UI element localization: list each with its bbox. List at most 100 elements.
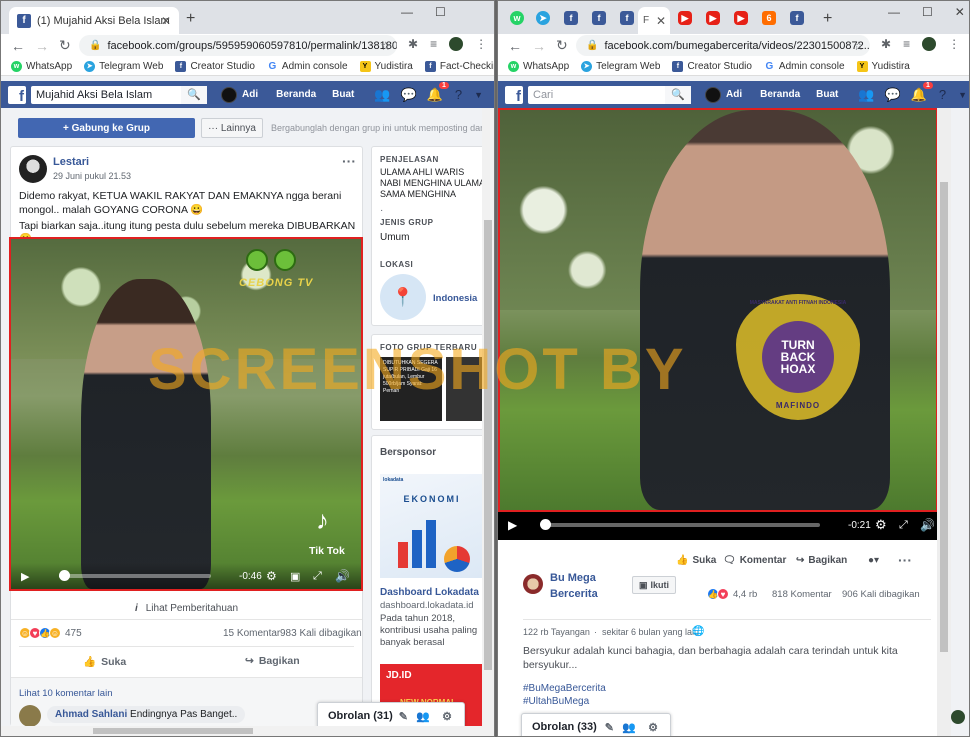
close-tab-icon[interactable]: ✕ <box>161 14 171 28</box>
video-progress[interactable] <box>544 523 820 527</box>
ad-image[interactable]: lokadata EKONOMI <box>380 474 484 578</box>
bookmark-creator-studio[interactable]: f Creator Studio <box>175 60 255 72</box>
volume-icon[interactable]: 🔊 <box>920 518 935 532</box>
facebook-tab-icon[interactable]: f <box>592 11 606 25</box>
notifications-icon[interactable]: 🔔 1 <box>427 81 449 103</box>
home-link[interactable]: Beranda <box>760 89 800 100</box>
friends-icon[interactable]: 👥 <box>858 87 874 103</box>
reaction-summary[interactable]: ☺ ♥ 👍 ☺ 475 <box>19 627 82 639</box>
reload-icon[interactable]: ↻ <box>59 37 73 54</box>
close-tab-icon[interactable]: ✕ <box>656 14 666 28</box>
bookmark-whatsapp[interactable]: w WhatsApp <box>11 60 72 72</box>
chat-settings-icon[interactable]: ⚙ <box>442 710 452 723</box>
url-bar[interactable]: 🔒 facebook.com/groups/595959060597810/pe… <box>79 35 397 56</box>
youtube-tab-icon[interactable]: ▶ <box>706 11 720 25</box>
extensions-icon[interactable]: ✱ <box>881 37 891 51</box>
bookmark-telegram[interactable]: ➤ Telegram Web <box>581 60 660 72</box>
reload-icon[interactable]: ↻ <box>556 37 570 54</box>
create-link[interactable]: Buat <box>332 89 354 100</box>
facebook-tab-icon[interactable]: f <box>564 11 578 25</box>
url-bar[interactable]: 🔒 facebook.com/bumegabercerita/videos/22… <box>576 35 870 56</box>
join-group-button[interactable]: + Gabung ke Grup <box>18 118 195 138</box>
share-count[interactable]: 983 Kali dibagikan <box>280 628 362 639</box>
post-time[interactable]: sekitar 6 bulan yang lalu <box>602 627 699 637</box>
page-name[interactable]: Bu Mega Bercerita <box>550 570 620 602</box>
minimize-icon[interactable]: — <box>401 5 413 19</box>
bookmark-star-icon[interactable]: ☆ <box>853 39 864 53</box>
messenger-icon[interactable]: 💬 <box>885 87 901 103</box>
ad-title[interactable]: Dashboard Lokadata <box>380 587 479 598</box>
notifications-icon[interactable]: 🔔 1 <box>911 81 933 103</box>
help-icon[interactable]: ? <box>455 87 462 102</box>
profile-avatar[interactable] <box>449 37 464 51</box>
comment-count[interactable]: 818 Komentar <box>772 589 832 600</box>
facebook-search-input[interactable]: Mujahid Aksi Bela Islam 🔍 <box>31 85 207 104</box>
profile-link[interactable]: Adi <box>705 86 742 103</box>
new-message-icon[interactable]: ✎ <box>605 721 614 734</box>
page-avatar[interactable] <box>523 574 543 594</box>
play-icon[interactable]: ▶ <box>508 518 517 532</box>
close-window-icon[interactable]: ✕ <box>955 5 965 19</box>
extensions-icon[interactable]: ✱ <box>408 37 418 51</box>
hashtag-link[interactable]: #UltahBuMega <box>523 696 589 707</box>
facebook-tab-icon[interactable]: f <box>790 11 804 25</box>
share-button[interactable]: ↪ Bagikan <box>796 555 847 566</box>
bookmark-admin-console[interactable]: G Admin console <box>763 60 845 72</box>
audience-selector-icon[interactable]: ●▾ <box>868 555 879 566</box>
location-link[interactable]: Indonesia <box>433 293 477 304</box>
like-button[interactable]: 👍 Suka <box>676 555 716 566</box>
friends-icon[interactable]: 👥 <box>374 87 390 103</box>
search-icon[interactable]: 🔍 <box>665 85 691 104</box>
bookmark-fact-checking[interactable]: fFact-Checking <box>424 60 494 72</box>
bookmark-yudistira[interactable]: Y Yudistira <box>856 60 910 72</box>
video-progress[interactable] <box>59 574 211 578</box>
reaction-summary[interactable]: 👍 ♥ 4,4 rb <box>707 588 757 600</box>
contact-avatar[interactable] <box>951 710 965 724</box>
browser-tab[interactable]: f (1) Mujahid Aksi Bela Islam ✕ <box>9 7 179 34</box>
fullscreen-icon[interactable]: ⤢ <box>899 519 908 532</box>
home-link[interactable]: Beranda <box>276 89 316 100</box>
help-icon[interactable]: ? <box>939 87 946 102</box>
facebook-search-input[interactable]: Cari 🔍 <box>528 85 691 104</box>
like-button[interactable]: 👍 Suka <box>83 655 126 669</box>
volume-icon[interactable]: 🔊 <box>335 569 350 583</box>
new-tab-icon[interactable]: + <box>186 10 195 28</box>
pip-icon[interactable]: ▣ <box>290 570 300 583</box>
horizontal-scrollbar[interactable] <box>1 726 494 736</box>
maximize-icon[interactable]: ☐ <box>435 5 446 19</box>
page-scrollbar[interactable] <box>482 108 494 736</box>
comment-button[interactable]: 🗨 Komentar <box>723 555 786 566</box>
comment-count[interactable]: 15 Komentar <box>223 628 280 639</box>
browser-tab-active[interactable]: F ✕ <box>638 7 670 34</box>
account-menu-icon[interactable]: ▼ <box>958 90 967 100</box>
menu-icon[interactable]: ⋮ <box>475 37 487 51</box>
post-options-icon[interactable]: ··· <box>342 153 356 169</box>
progress-knob[interactable] <box>540 519 551 530</box>
share-count[interactable]: 906 Kali dibagikan <box>842 589 920 600</box>
search-icon[interactable]: 🔍 <box>181 85 207 104</box>
commenter-avatar[interactable] <box>19 705 41 727</box>
ad-domain[interactable]: dashboard.lokadata.id <box>380 600 474 611</box>
bookmark-star-icon[interactable]: ☆ <box>380 39 391 53</box>
map-pin-icon[interactable]: 📍 <box>380 274 426 320</box>
more-options-icon[interactable]: ··· <box>898 552 912 568</box>
play-icon[interactable]: ▶ <box>21 570 29 583</box>
contacts-icon[interactable]: 👥 <box>622 721 636 734</box>
settings-gear-icon[interactable]: ⚙ <box>266 569 277 583</box>
new-tab-icon[interactable]: + <box>823 10 832 28</box>
youtube-tab-icon[interactable]: ▶ <box>734 11 748 25</box>
video-player[interactable]: CEBONG TV ♪ Tik Tok ▶ -0:46 ⚙ ▣ ⤢ 🔊 <box>11 239 361 589</box>
facebook-logo-icon[interactable]: f <box>8 85 26 104</box>
whatsapp-tab-icon[interactable]: w <box>510 11 524 25</box>
bookmark-yudistira[interactable]: Y Yudistira <box>359 60 413 72</box>
forward-icon[interactable]: → <box>532 38 546 54</box>
video-player[interactable]: TURN BACK HOAX MASYARAKAT ANTI FITNAH IN… <box>500 110 936 510</box>
page-scrollbar[interactable] <box>937 108 951 736</box>
forward-icon[interactable]: → <box>35 38 49 54</box>
facebook-logo-icon[interactable]: f <box>505 85 523 104</box>
bookmark-creator-studio[interactable]: f Creator Studio <box>672 60 752 72</box>
chat-bar[interactable]: Obrolan (33) ✎ 👥 ⚙ <box>521 713 671 736</box>
progress-knob[interactable] <box>59 570 70 581</box>
create-link[interactable]: Buat <box>816 89 838 100</box>
new-message-icon[interactable]: ✎ <box>399 710 408 723</box>
